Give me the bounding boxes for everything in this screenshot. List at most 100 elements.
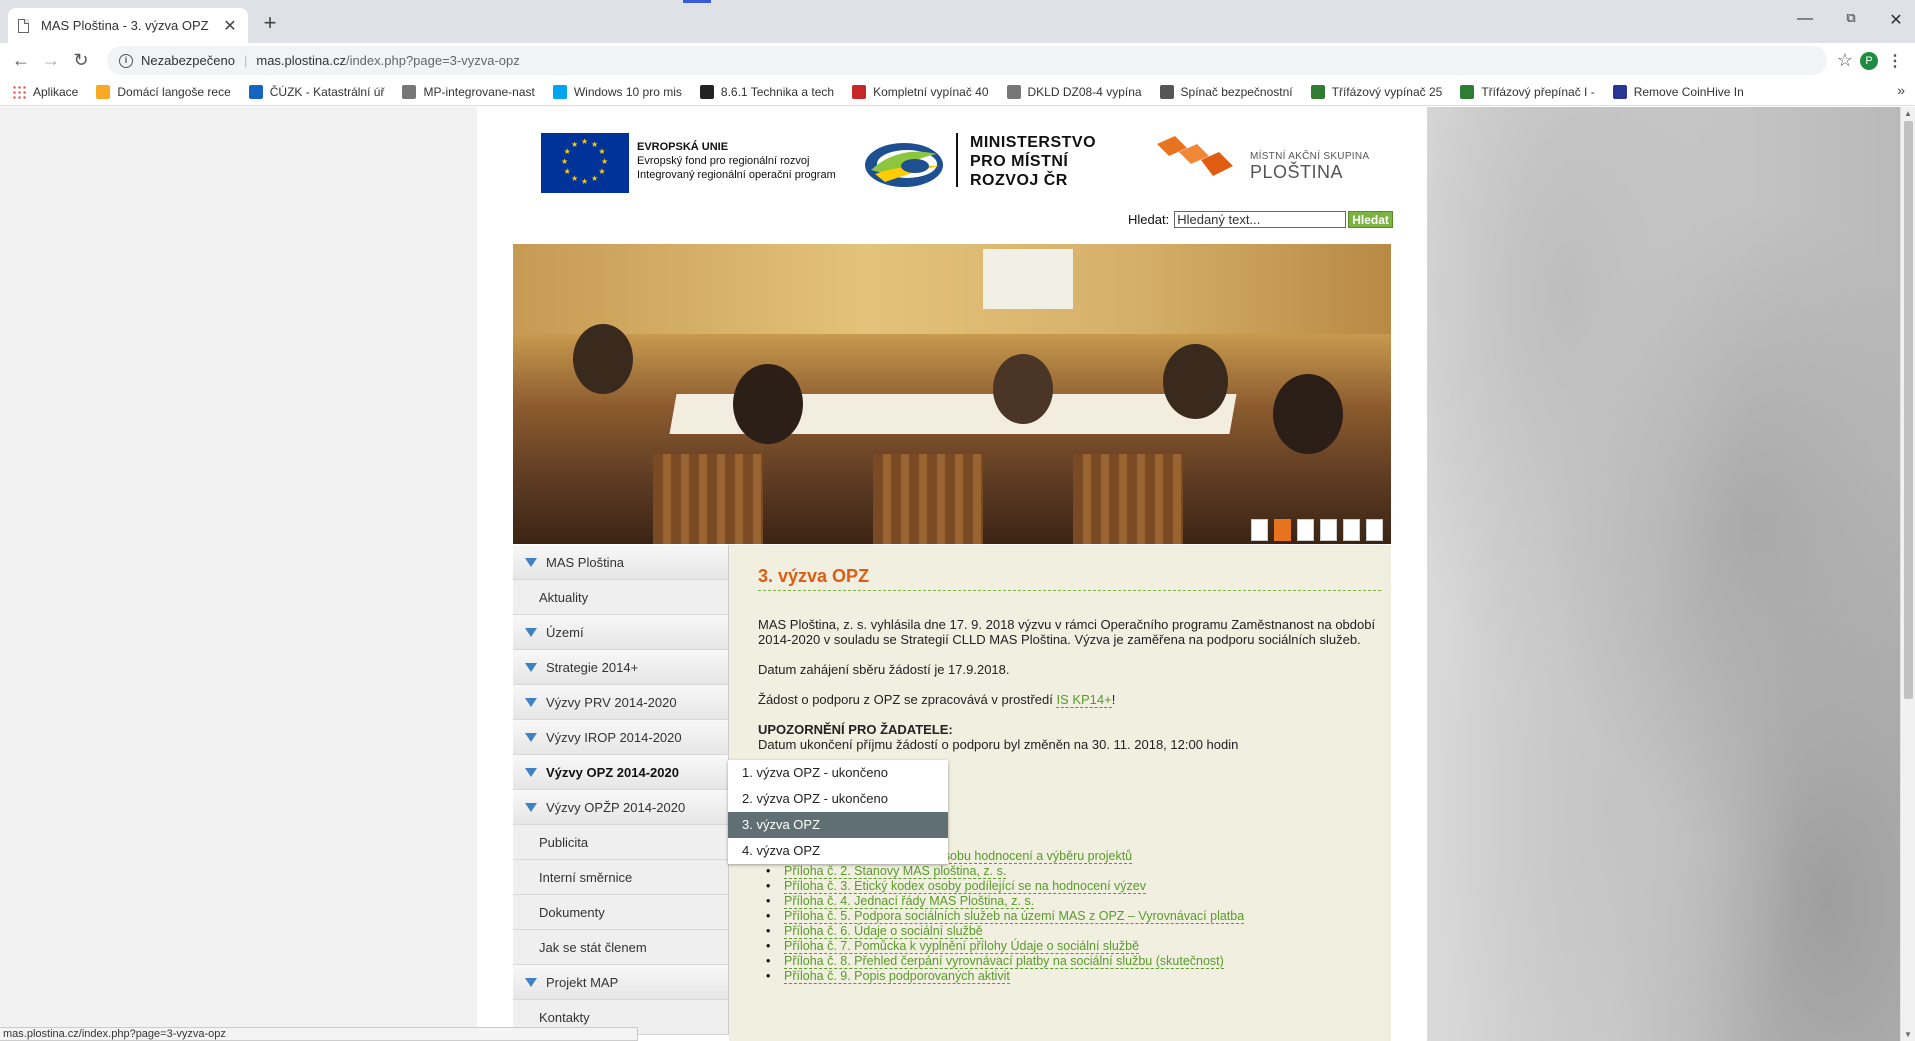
bookmark-favicon — [1612, 84, 1627, 99]
annex-link[interactable]: Příloha č. 7. Pomůcka k vyplnění přílohy… — [784, 939, 1140, 954]
nav-item[interactable]: Strategie 2014+ — [513, 650, 729, 685]
nav-item[interactable]: Interní směrnice — [513, 860, 729, 895]
annex-link[interactable]: Příloha č. 6. Údaje o sociální službě — [784, 924, 983, 939]
annex-link[interactable]: Příloha č. 2. Stanovy MAS ploština, z. s… — [784, 864, 1007, 879]
bookmark-label: Třífázový vypínač 25 — [1331, 84, 1443, 99]
bookmark-item[interactable]: Třífázový přepínač I - — [1460, 84, 1595, 99]
annex-link[interactable]: Příloha č. 3. Etický kodex osoby podílej… — [784, 879, 1147, 894]
search-input[interactable] — [1174, 211, 1347, 228]
annex-item: Příloha č. 8. Přehled čerpání vyrovnávac… — [766, 954, 1244, 969]
nav-item-label: Dokumenty — [539, 904, 605, 920]
address-bar[interactable]: i Nezabezpečeno | mas.plostina.cz/index.… — [107, 46, 1827, 75]
annex-list: Příloha č. 1. Informace o způsobu hodnoc… — [766, 849, 1245, 984]
nav-item[interactable]: Publicita — [513, 825, 729, 860]
submenu-item[interactable]: 1. výzva OPZ - ukončeno — [728, 760, 948, 786]
tree-background-image — [1427, 107, 1900, 1041]
eu-flag-logo: ★ ★ ★ ★ ★ ★ ★ ★ ★ ★ ★ ★ — [541, 133, 629, 193]
slider-dot[interactable] — [1274, 519, 1291, 541]
nav-item[interactable]: Výzvy OPZ 2014-2020 — [513, 755, 729, 790]
nav-item-label: Výzvy IROP 2014-2020 — [546, 729, 682, 745]
iskp-paragraph: Žádost o podporu z OPZ se zpracovává v p… — [758, 692, 1381, 708]
page-scrollbar[interactable]: ▲ ▼ — [1900, 107, 1915, 1041]
restore-icon[interactable]: ⧉ — [1831, 10, 1871, 26]
iskp-link[interactable]: IS KP14+ — [1056, 692, 1112, 708]
annex-link[interactable]: Příloha č. 8. Přehled čerpání vyrovnávac… — [784, 954, 1224, 969]
page-title: 3. výzva OPZ — [758, 567, 1381, 591]
submenu-item[interactable]: 3. výzva OPZ — [728, 812, 948, 838]
annex-item: Příloha č. 9. Popis podporovaných aktivi… — [766, 969, 1244, 984]
new-tab-button[interactable]: + — [258, 10, 282, 36]
bookmark-item[interactable]: Kompletní vypínač 40 — [852, 84, 989, 99]
insecure-label: Nezabezpečeno — [141, 53, 235, 68]
nav-item[interactable]: Výzvy OPŽP 2014-2020 — [513, 790, 729, 825]
info-icon[interactable]: i — [119, 53, 133, 68]
bookmark-label: Spínač bezpečnostní — [1180, 84, 1293, 99]
nav-item[interactable]: Území — [513, 615, 729, 650]
bookmark-item[interactable]: Windows 10 pro mis — [552, 84, 682, 99]
submenu-item[interactable]: 2. výzva OPZ - ukončeno — [728, 786, 948, 812]
browser-tab[interactable]: MAS Ploština - 3. výzva OPZ ✕ — [8, 8, 248, 43]
bookmark-favicon — [1460, 84, 1475, 99]
mmr-line2: PRO MÍSTNÍ — [970, 153, 1069, 170]
status-bar: mas.plostina.cz/index.php?page=3-vyzva-o… — [0, 1027, 638, 1041]
bookmark-item[interactable]: 8.6.1 Technika a tech — [699, 84, 834, 99]
submenu-item[interactable]: 4. výzva OPZ — [728, 838, 948, 864]
nav-item-label: Výzvy OPŽP 2014-2020 — [546, 799, 686, 815]
nav-item[interactable]: Dokumenty — [513, 895, 729, 930]
eu-star-icon: ★ — [581, 177, 589, 186]
menu-icon[interactable]: ⋮ — [1887, 51, 1903, 71]
close-tab-icon[interactable]: ✕ — [222, 16, 238, 36]
bookmark-item[interactable]: Aplikace — [12, 84, 79, 99]
annex-link[interactable]: Příloha č. 9. Popis podporovaných aktivi… — [784, 969, 1010, 984]
search-button[interactable]: Hledat — [1348, 211, 1393, 228]
scroll-up-icon[interactable]: ▲ — [1904, 109, 1912, 118]
scroll-down-icon[interactable]: ▼ — [1904, 1030, 1912, 1039]
slider-dot[interactable] — [1343, 519, 1360, 541]
nav-item[interactable]: Výzvy IROP 2014-2020 — [513, 720, 729, 755]
url-path: /index.php?page=3-vyzva-opz — [345, 53, 520, 68]
bookmark-label: Aplikace — [33, 84, 79, 99]
bookmark-item[interactable]: Remove CoinHive In — [1612, 84, 1744, 99]
eu-line1: Evropský fond pro regionální rozvoj — [637, 155, 810, 167]
bookmark-star-icon[interactable]: ☆ — [1837, 50, 1853, 71]
back-icon[interactable]: ← — [6, 50, 36, 71]
bookmark-item[interactable]: DKLD DZ08-4 vypína — [1006, 84, 1142, 99]
eu-star-icon: ★ — [591, 139, 599, 149]
bookmark-item[interactable]: ČÚZK - Katastrální úř — [248, 84, 384, 99]
scroll-thumb[interactable] — [1904, 121, 1913, 699]
bookmark-item[interactable]: Domácí langoše rece — [96, 84, 231, 99]
more-bookmarks-icon[interactable]: » — [1897, 82, 1905, 98]
eu-star-icon: ★ — [571, 139, 579, 149]
bookmark-item[interactable]: Třífázový vypínač 25 — [1310, 84, 1443, 99]
expand-arrow-icon — [525, 557, 537, 567]
annex-link[interactable]: Příloha č. 5. Podpora sociálních služeb … — [784, 909, 1245, 924]
nav-item[interactable]: Výzvy PRV 2014-2020 — [513, 685, 729, 720]
forward-icon[interactable]: → — [36, 50, 66, 71]
slider-dot[interactable] — [1297, 519, 1314, 541]
search-label: Hledat: — [1128, 212, 1170, 227]
reload-icon[interactable]: ↻ — [66, 50, 96, 71]
mmr-logo-text: MINISTERSTVO PRO MÍSTNÍ ROZVOJ ČR — [970, 133, 1096, 190]
bookmark-item[interactable]: MP-integrovane-nast — [402, 84, 535, 99]
slider-dot[interactable] — [1366, 519, 1383, 541]
nav-item[interactable]: MAS Ploština — [513, 545, 729, 580]
mmr-divider — [956, 133, 958, 187]
profile-avatar[interactable]: P — [1860, 52, 1878, 70]
url-host: mas.plostina.cz — [256, 53, 346, 68]
browser-toolbar: ← → ↻ i Nezabezpečeno | mas.plostina.cz /… — [0, 43, 1915, 78]
bookmark-label: Remove CoinHive In — [1633, 84, 1744, 99]
slider-dot[interactable] — [1320, 519, 1337, 541]
page-background-left — [0, 107, 477, 1041]
nav-item[interactable]: Projekt MAP — [513, 965, 729, 1000]
bookmark-item[interactable]: Spínač bezpečnostní — [1159, 84, 1293, 99]
close-window-icon[interactable]: ✕ — [1876, 10, 1915, 30]
annex-link[interactable]: Příloha č. 4. Jednací řády MAS Ploština,… — [784, 894, 1035, 909]
minimize-icon[interactable]: — — [1785, 10, 1825, 28]
bookmark-favicon — [1159, 84, 1174, 99]
nav-item[interactable]: Aktuality — [513, 580, 729, 615]
slider-dot[interactable] — [1251, 519, 1268, 541]
banner-person — [1163, 344, 1228, 419]
annex-item: Příloha č. 7. Pomůcka k vyplnění přílohy… — [766, 939, 1244, 954]
nav-item[interactable]: Jak se stát členem — [513, 930, 729, 965]
site-page: ★ ★ ★ ★ ★ ★ ★ ★ ★ ★ ★ ★ EVROPSKÁ UNIE Evropský fond… — [477, 107, 1427, 1041]
